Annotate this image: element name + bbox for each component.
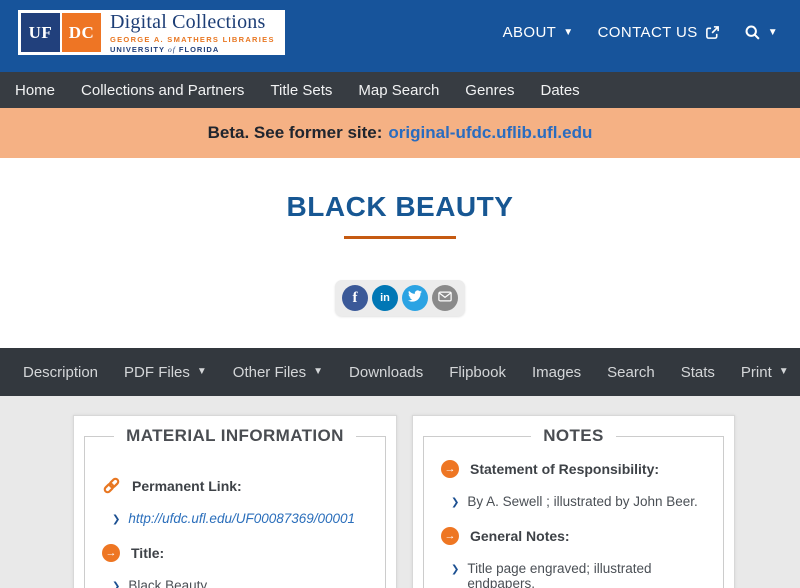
- uf-logo-square: UF: [21, 13, 60, 52]
- email-icon: [438, 289, 452, 307]
- chevron-right-icon: ❯: [112, 514, 121, 525]
- nav-item-collections-and-partners[interactable]: Collections and Partners: [68, 82, 257, 99]
- facebook-share-button[interactable]: f: [342, 285, 368, 311]
- permanent-link-row: Permanent Link:: [102, 476, 368, 495]
- dc-logo-square: DC: [62, 13, 101, 52]
- material-information-title: MATERIAL INFORMATION: [126, 426, 344, 445]
- general-notes-label: General Notes:: [470, 528, 570, 544]
- material-information-panel: MATERIAL INFORMATION Permanent Link: ❯ h…: [73, 415, 397, 588]
- metadata-cards: MATERIAL INFORMATION Permanent Link: ❯ h…: [73, 415, 735, 588]
- external-link-icon: [705, 25, 720, 40]
- linkedin-icon: in: [380, 292, 390, 304]
- title-value: Black Beauty: [128, 578, 208, 588]
- nav-item-title-sets[interactable]: Title Sets: [257, 82, 345, 99]
- arrow-circle-icon: →: [441, 527, 459, 545]
- beta-banner: Beta. See former site: original-ufdc.ufl…: [0, 108, 800, 158]
- search-icon: [744, 24, 761, 41]
- notes-title: NOTES: [543, 426, 604, 445]
- general-note-value-row: ❯ Title page engraved; illustrated endpa…: [451, 561, 706, 588]
- logo-subtitle-university: UNIVERSITY of FLORIDA: [110, 45, 220, 54]
- twitter-share-button[interactable]: [402, 285, 428, 311]
- nav-item-genres[interactable]: Genres: [452, 82, 527, 99]
- item-title-section: BLACK BEAUTY f in: [0, 158, 800, 348]
- toolbar-search[interactable]: Search: [594, 364, 668, 381]
- about-label: ABOUT: [502, 24, 557, 41]
- chevron-right-icon: ❯: [451, 497, 460, 508]
- title-label: Title:: [131, 545, 165, 561]
- toolbar-description[interactable]: Description: [10, 364, 111, 381]
- nav-item-map-search[interactable]: Map Search: [345, 82, 452, 99]
- statement-label: Statement of Responsibility:: [470, 461, 660, 477]
- search-menu[interactable]: ▼: [744, 24, 778, 41]
- social-share-bar: f in: [335, 280, 465, 316]
- nav-item-home[interactable]: Home: [2, 82, 68, 99]
- contact-us-link[interactable]: CONTACT US: [598, 24, 720, 41]
- logo-title: Digital Collections: [110, 10, 266, 33]
- caret-down-icon: ▼: [313, 366, 324, 377]
- former-site-link[interactable]: original-ufdc.uflib.ufl.edu: [388, 123, 592, 143]
- page-body: MATERIAL INFORMATION Permanent Link: ❯ h…: [0, 396, 800, 588]
- title-row: → Title:: [102, 544, 368, 562]
- about-menu[interactable]: ABOUT ▼: [503, 24, 574, 41]
- contact-us-label: CONTACT US: [597, 24, 698, 41]
- nav-item-dates[interactable]: Dates: [527, 82, 592, 99]
- statement-row: → Statement of Responsibility:: [441, 460, 706, 478]
- toolbar-other-files-menu[interactable]: Other Files ▼: [220, 364, 336, 381]
- statement-value-row: ❯ By A. Sewell ; illustrated by John Bee…: [451, 494, 706, 509]
- toolbar-flipbook[interactable]: Flipbook: [436, 364, 519, 381]
- arrow-circle-icon: →: [441, 460, 459, 478]
- general-notes-row: → General Notes:: [441, 527, 706, 545]
- title-value-row: ❯ Black Beauty: [112, 578, 368, 588]
- caret-down-icon: ▼: [778, 366, 789, 377]
- ufdc-logo[interactable]: UF DC Digital Collections GEORGE A. SMAT…: [18, 10, 285, 55]
- caret-down-icon: ▼: [196, 366, 207, 377]
- toolbar-pdf-files-menu[interactable]: PDF Files ▼: [111, 364, 220, 381]
- statement-value: By A. Sewell ; illustrated by John Beer.: [467, 494, 698, 509]
- main-nav: Home Collections and Partners Title Sets…: [0, 72, 800, 108]
- header-links: ABOUT ▼ CONTACT US ▼: [503, 10, 778, 55]
- item-toolbar: Description PDF Files ▼ Other Files ▼ Down…: [0, 348, 800, 396]
- linkedin-share-button[interactable]: in: [372, 285, 398, 311]
- general-note-value: Title page engraved; illustrated endpape…: [467, 561, 652, 588]
- toolbar-images[interactable]: Images: [519, 364, 594, 381]
- twitter-icon: [408, 289, 422, 308]
- beta-banner-text: Beta. See former site:: [207, 123, 383, 142]
- arrow-circle-icon: →: [102, 544, 120, 562]
- toolbar-right-group: Stats Print▼ Send: [668, 364, 800, 381]
- permanent-link-label: Permanent Link:: [132, 477, 242, 494]
- notes-panel: NOTES → Statement of Responsibility: ❯ B…: [412, 415, 735, 588]
- facebook-icon: f: [352, 289, 358, 306]
- chevron-right-icon: ❯: [451, 564, 460, 575]
- caret-down-icon: ▼: [767, 26, 778, 38]
- permanent-link-url[interactable]: http://ufdc.ufl.edu/UF00087369/00001: [128, 511, 355, 526]
- email-share-button[interactable]: [432, 285, 458, 311]
- caret-down-icon: ▼: [563, 26, 574, 38]
- site-header: UF DC Digital Collections GEORGE A. SMAT…: [0, 0, 800, 72]
- page-title: BLACK BEAUTY: [286, 191, 514, 222]
- toolbar-stats[interactable]: Stats: [668, 364, 728, 381]
- chevron-right-icon: ❯: [112, 581, 121, 588]
- logo-text: Digital Collections GEORGE A. SMATHERS L…: [110, 12, 275, 54]
- permanent-link-value-row: ❯ http://ufdc.ufl.edu/UF00087369/00001: [112, 511, 368, 526]
- link-chain-icon: [102, 476, 121, 495]
- toolbar-print-menu[interactable]: Print ▼: [728, 364, 800, 381]
- logo-subtitle-libraries: GEORGE A. SMATHERS LIBRARIES: [110, 34, 275, 44]
- toolbar-downloads[interactable]: Downloads: [336, 364, 436, 381]
